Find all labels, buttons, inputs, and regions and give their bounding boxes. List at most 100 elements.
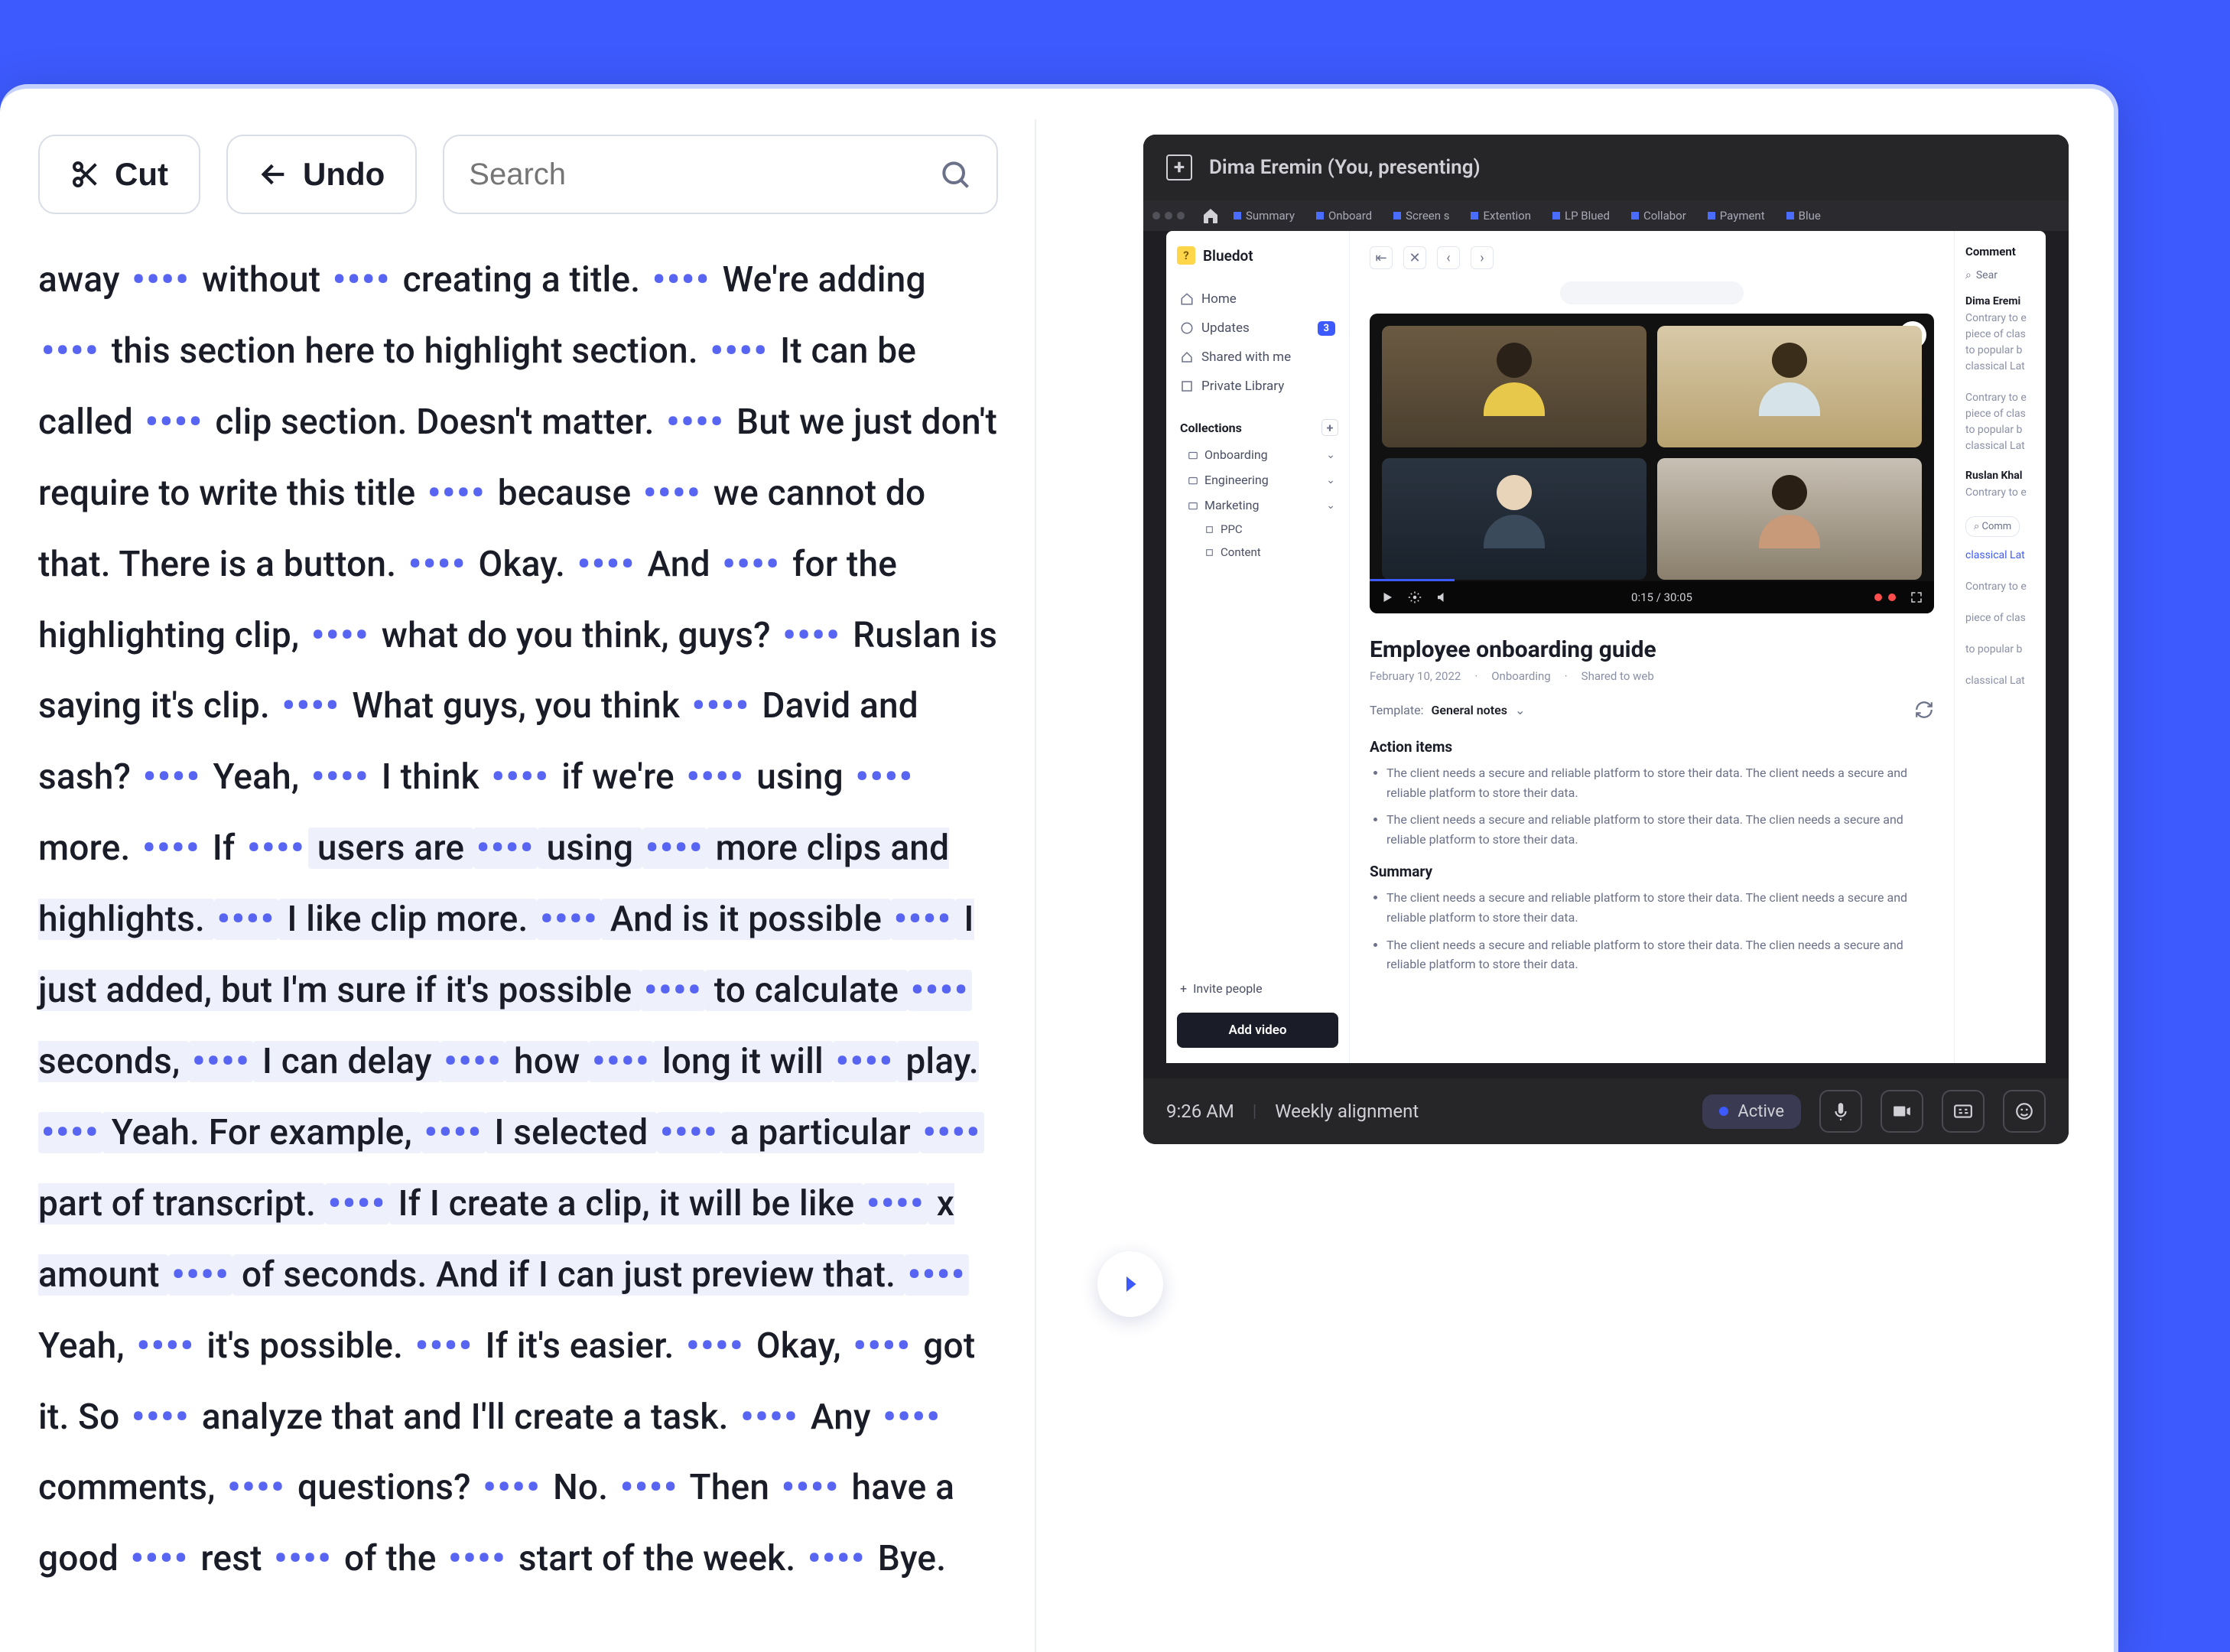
collection-subitem[interactable]: PPC <box>1177 518 1338 541</box>
status-dot-icon <box>1719 1107 1728 1116</box>
add-collection-button[interactable]: + <box>1321 419 1338 436</box>
player-time: 0:15 / 30:05 <box>1631 590 1692 604</box>
sidebar-item[interactable]: Shared with me <box>1177 343 1338 372</box>
scissors-icon <box>70 159 101 190</box>
play-icon[interactable] <box>1380 590 1394 604</box>
collection-item[interactable]: Onboarding⌄ <box>1177 442 1338 467</box>
settings-icon[interactable] <box>1408 590 1422 604</box>
meeting-name: Weekly alignment <box>1275 1101 1419 1122</box>
browser-tab[interactable]: Screen s <box>1384 207 1458 224</box>
nav-back-button[interactable]: ‹ <box>1437 246 1460 269</box>
search-input[interactable] <box>469 158 923 192</box>
cut-label: Cut <box>115 156 168 193</box>
sidebar-item[interactable]: Updates3 <box>1177 314 1338 343</box>
document-meta: February 10, 2022· Onboarding· Shared to… <box>1370 669 1934 683</box>
comments-header: Comment <box>1965 245 2046 259</box>
sidebar-item[interactable]: Home <box>1177 285 1338 314</box>
video-player[interactable]: 0:15 / 30:05 <box>1370 314 1934 613</box>
preview-pane: Dima Eremin (You, presenting) SummaryOnb… <box>1036 89 2114 1652</box>
comments-panel: Comment ⌕ Sear Dima EremiContrary to epi… <box>1954 231 2046 1063</box>
transcript-text[interactable]: away •••• without •••• creating a title.… <box>38 245 998 1595</box>
summary-header: Summary <box>1370 863 1934 880</box>
browser-tab[interactable]: Payment <box>1699 207 1774 224</box>
list-item: The client needs a secure and reliable p… <box>1386 763 1934 802</box>
comment-entry: Contrary to epiece of clasto popular bcl… <box>1965 390 2046 454</box>
comment-reply-button[interactable]: ⌕ Comm <box>1965 516 2020 537</box>
volume-icon[interactable] <box>1435 590 1449 604</box>
collection-subitem[interactable]: Content <box>1177 541 1338 564</box>
player-controls[interactable]: 0:15 / 30:05 <box>1370 581 1934 613</box>
url-chip <box>1560 281 1744 304</box>
comment-entry: Ruslan KhalContrary to e <box>1965 470 2046 501</box>
progress-bar[interactable] <box>1370 579 1455 581</box>
close-button[interactable]: ✕ <box>1403 246 1426 269</box>
app-panel: Cut Undo away •••• without •••• creating… <box>0 84 2118 1652</box>
meeting-window: Dima Eremin (You, presenting) SummaryOnb… <box>1143 135 2069 1144</box>
cut-button[interactable]: Cut <box>38 135 200 214</box>
clock: 9:26 AM <box>1166 1101 1234 1122</box>
chevron-down-icon: ⌄ <box>1326 499 1335 512</box>
browser-tab[interactable]: Blue <box>1777 207 1830 224</box>
plus-icon: + <box>1180 981 1187 996</box>
transcript-pane: Cut Undo away •••• without •••• creating… <box>0 89 1036 1652</box>
invite-people-button[interactable]: + Invite people <box>1177 974 1338 1003</box>
browser-tab[interactable]: Summary <box>1224 207 1304 224</box>
action-items-list: The client needs a secure and reliable p… <box>1370 763 1934 849</box>
undo-label: Undo <box>303 156 385 193</box>
arrow-left-icon <box>258 159 289 190</box>
collapse-sidebar-button[interactable]: ⇤ <box>1370 246 1393 269</box>
traffic-lights-icon <box>1152 212 1185 220</box>
reactions-button[interactable] <box>2003 1090 2046 1133</box>
browser-tabrow: SummaryOnboardScreen sExtentionLP BluedC… <box>1143 200 2069 231</box>
toolbar: Cut Undo <box>38 135 998 214</box>
brand-name: Bluedot <box>1203 247 1253 265</box>
chevron-down-icon: ⌄ <box>1326 449 1335 461</box>
active-status[interactable]: Active <box>1702 1094 1801 1129</box>
action-items-header: Action items <box>1370 738 1934 756</box>
presenter-name: Dima Eremin (You, presenting) <box>1209 156 1481 179</box>
collection-item[interactable]: Engineering⌄ <box>1177 467 1338 493</box>
list-item: The client needs a secure and reliable p… <box>1386 935 1934 974</box>
record-indicator <box>1874 593 1896 601</box>
participant-tile <box>1657 326 1922 447</box>
collection-item[interactable]: Marketing⌄ <box>1177 493 1338 518</box>
brand-logo: ? <box>1177 246 1195 265</box>
list-item: The client needs a secure and reliable p… <box>1386 888 1934 927</box>
search-field[interactable] <box>443 135 998 214</box>
add-video-button[interactable]: Add video <box>1177 1013 1338 1048</box>
refresh-icon[interactable] <box>1914 700 1934 720</box>
titlebar: Dima Eremin (You, presenting) <box>1143 135 2069 200</box>
sidebar: ? Bluedot HomeUpdates3Shared with mePriv… <box>1166 231 1350 1063</box>
browser-tab[interactable]: Onboard <box>1307 207 1381 224</box>
home-icon[interactable] <box>1201 206 1220 225</box>
nav-forward-button[interactable]: › <box>1471 246 1494 269</box>
expand-pane-button[interactable] <box>1097 1251 1163 1317</box>
main-area: ⇤ ✕ ‹ › <box>1350 231 2046 1063</box>
collections-header: Collections + <box>1180 419 1338 436</box>
summary-list: The client needs a secure and reliable p… <box>1370 888 1934 974</box>
meeting-bottombar: 9:26 AM | Weekly alignment Active <box>1143 1078 2069 1144</box>
chevron-down-icon: ⌄ <box>1326 474 1335 486</box>
tab-list: SummaryOnboardScreen sExtentionLP BluedC… <box>1224 207 1830 224</box>
present-icon <box>1166 154 1192 180</box>
comment-entry: Dima EremiContrary to epiece of clasto p… <box>1965 295 2046 375</box>
search-icon: ⌕ <box>1965 269 1972 281</box>
sidebar-item[interactable]: Private Library <box>1177 372 1338 401</box>
browser-tab[interactable]: Collabor <box>1622 207 1695 224</box>
browser-content: ? Bluedot HomeUpdates3Shared with mePriv… <box>1166 231 2046 1063</box>
content-toolbar: ⇤ ✕ ‹ › <box>1370 246 1934 269</box>
chevron-down-icon: ⌄ <box>1515 703 1525 717</box>
content-column: ⇤ ✕ ‹ › <box>1350 231 1954 1063</box>
comments-search[interactable]: ⌕ Sear <box>1965 269 2046 281</box>
fullscreen-icon[interactable] <box>1910 590 1923 604</box>
document-title: Employee onboarding guide <box>1370 636 1934 663</box>
chevron-right-icon <box>1119 1273 1142 1296</box>
mic-button[interactable] <box>1819 1090 1862 1133</box>
template-selector[interactable]: Template: General notes ⌄ <box>1370 700 1934 720</box>
undo-button[interactable]: Undo <box>226 135 417 214</box>
captions-button[interactable] <box>1942 1090 1985 1133</box>
participant-tile <box>1382 458 1646 580</box>
camera-button[interactable] <box>1881 1090 1923 1133</box>
browser-tab[interactable]: LP Blued <box>1543 207 1619 224</box>
browser-tab[interactable]: Extention <box>1461 207 1540 224</box>
